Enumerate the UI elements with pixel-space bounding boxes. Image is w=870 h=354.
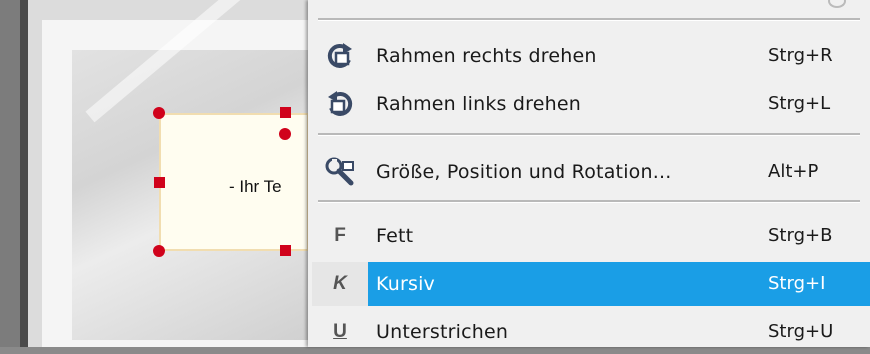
menu-item-italic[interactable]: Kursiv Strg+I xyxy=(368,262,870,306)
menu-item-size-position-rotation[interactable]: Größe, Position und Rotation... Alt+P xyxy=(308,150,870,194)
italic-icon: K xyxy=(333,273,347,294)
menu-item-label: Kursiv xyxy=(376,273,435,295)
menu-item-rotate-left[interactable]: Rahmen links drehen Strg+L xyxy=(308,82,870,126)
menu-separator xyxy=(318,133,860,136)
partial-icon-top xyxy=(828,0,846,8)
rotate-left-icon xyxy=(318,86,362,122)
menu-item-shortcut: Strg+B xyxy=(768,225,833,246)
menu-item-label: Größe, Position und Rotation... xyxy=(376,161,672,183)
bold-icon: F xyxy=(334,225,346,246)
context-menu: Rahmen rechts drehen Strg+R Rahmen links… xyxy=(308,0,870,347)
menu-separator xyxy=(318,200,860,203)
menu-item-underline[interactable]: U Unterstrichen Strg+U xyxy=(308,310,870,354)
rotate-right-icon xyxy=(318,38,362,74)
resize-handle-bottom-middle[interactable] xyxy=(280,245,291,256)
underline-icon: U xyxy=(333,321,347,342)
menu-item-label: Fett xyxy=(376,225,414,247)
menu-separator xyxy=(318,18,860,21)
menu-item-bold[interactable]: F Fett Strg+B xyxy=(308,214,870,258)
resize-handle-top-left[interactable] xyxy=(153,107,165,119)
resize-handle-bottom-left[interactable] xyxy=(153,245,165,257)
rotate-handle[interactable] xyxy=(279,128,291,140)
menu-item-shortcut: Strg+R xyxy=(768,45,833,66)
resize-handle-middle-left[interactable] xyxy=(154,177,165,188)
italic-icon-cell: K xyxy=(312,262,368,306)
menu-item-label: Unterstrichen xyxy=(376,321,509,343)
menu-item-label: Rahmen links drehen xyxy=(376,93,582,115)
wrench-icon xyxy=(318,154,362,190)
menu-item-shortcut: Strg+L xyxy=(768,93,831,114)
menu-item-shortcut: Alt+P xyxy=(768,161,819,182)
menu-item-rotate-right[interactable]: Rahmen rechts drehen Strg+R xyxy=(308,34,870,78)
menu-item-shortcut: Strg+I xyxy=(768,273,826,294)
text-frame-placeholder[interactable]: - Ihr Te xyxy=(229,177,282,197)
menu-item-label: Rahmen rechts drehen xyxy=(376,45,597,67)
resize-handle-top-middle[interactable] xyxy=(280,107,291,118)
menu-item-shortcut: Strg+U xyxy=(768,321,834,342)
